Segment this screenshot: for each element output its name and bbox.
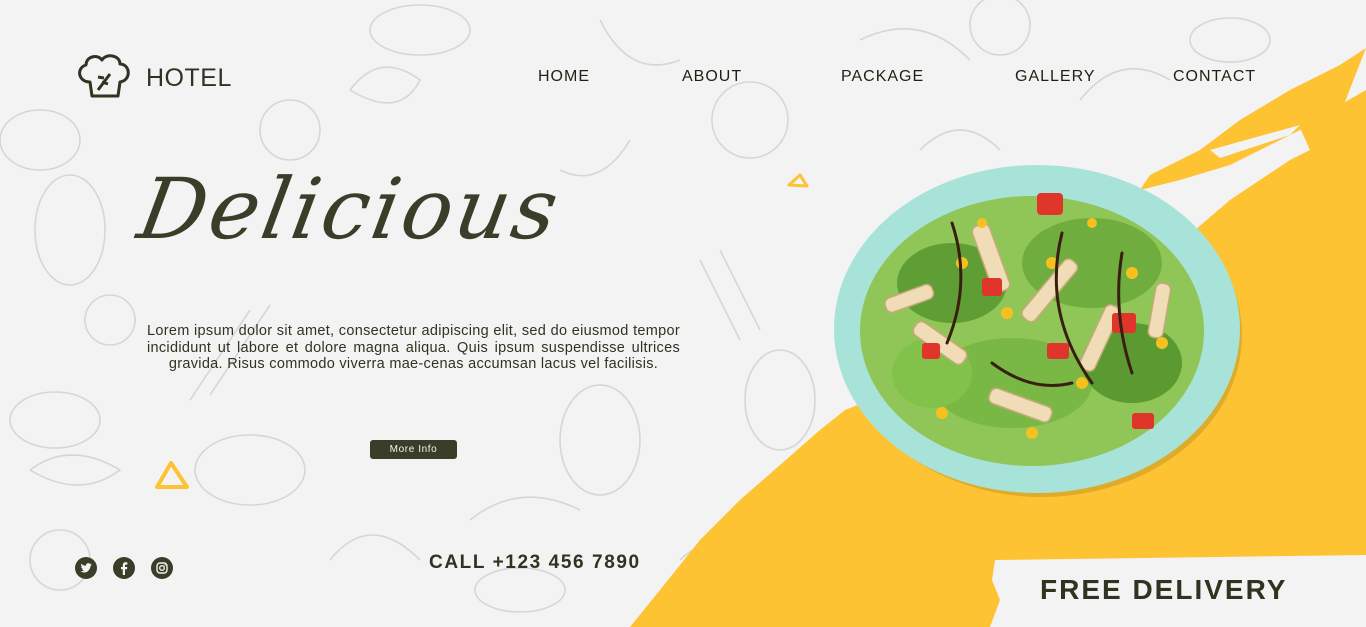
facebook-icon[interactable] [113,557,135,579]
main-navigation: HOME ABOUT PACKAGE GALLERY CONTACT [0,68,1366,88]
nav-package[interactable]: PACKAGE [841,68,924,86]
nav-gallery[interactable]: GALLERY [1015,68,1096,86]
salad-plate-image [834,165,1242,497]
hero-description: Lorem ipsum dolor sit amet, consectetur … [147,323,680,372]
triangle-decoration-icon [787,173,809,188]
phone-number[interactable]: CALL +123 456 7890 [429,552,641,574]
nav-home[interactable]: HOME [538,68,590,86]
instagram-icon[interactable] [151,557,173,579]
hero-headline: Delicious [131,160,569,258]
more-info-button[interactable]: More Info [370,440,457,459]
free-delivery-banner: FREE DELIVERY [1040,574,1288,605]
triangle-decoration-icon [155,461,189,489]
nav-contact[interactable]: CONTACT [1173,68,1256,86]
twitter-icon[interactable] [75,557,97,579]
nav-about[interactable]: ABOUT [682,68,742,86]
social-links [75,557,173,579]
